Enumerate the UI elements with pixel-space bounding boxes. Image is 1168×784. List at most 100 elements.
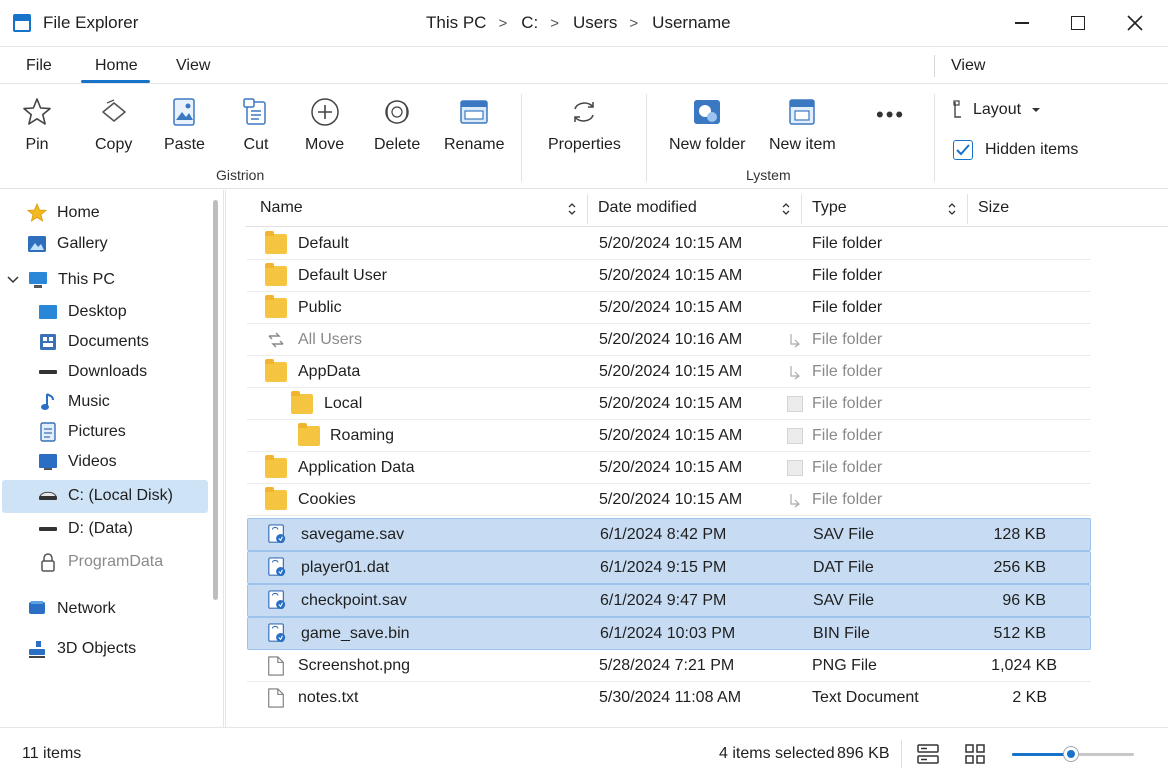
file-date: 5/20/2024 10:16 AM [599,331,743,348]
column-header-type-label: Type [812,199,847,216]
nav-label: Gallery [57,235,108,252]
junction-icon [790,334,800,348]
column-header-date[interactable]: Date modified [598,190,697,226]
copy-button[interactable]: Copy [95,96,132,154]
list-item-selected[interactable]: player01.dat 6/1/2024 9:15 PM DAT File 2… [247,551,1091,584]
nav-item-3d-objects[interactable]: 3D Objects [27,634,136,664]
delete-label: Delete [374,136,421,153]
nav-item-downloads[interactable]: Downloads [38,357,147,387]
breadcrumb-this-pc[interactable]: This PC [426,13,486,33]
new-folder-button[interactable]: New folder [669,96,745,154]
nav-item-pictures[interactable]: Pictures [38,417,126,447]
properties-label: Properties [548,136,621,153]
nav-label: Desktop [68,303,127,320]
list-item-selected[interactable]: savegame.sav 6/1/2024 8:42 PM SAV File 1… [247,518,1091,551]
file-type: DAT File [813,559,874,576]
column-header-name[interactable]: Name [260,190,303,226]
list-item[interactable]: AppData 5/20/2024 10:15 AM File folder [247,356,1091,388]
list-item[interactable]: Application Data 5/20/2024 10:15 AM File… [247,452,1091,484]
nav-item-home[interactable]: Home [27,198,100,228]
file-type: SAV File [813,592,875,609]
new-folder-label: New folder [669,136,746,153]
text-file-icon [268,688,284,708]
file-name: Default [298,235,349,252]
file-type: File folder [812,235,883,252]
pin-label: Pin [25,136,49,153]
list-item[interactable]: Default 5/20/2024 10:15 AM File folder [247,228,1091,260]
hidden-items-checkbox[interactable] [953,140,973,160]
desktop-icon [39,305,57,319]
list-item-selected[interactable]: checkpoint.sav 6/1/2024 9:47 PM SAV File… [247,584,1091,617]
cut-button[interactable]: Cut [241,96,271,154]
new-item-button[interactable]: New item [769,96,836,154]
move-icon [310,98,339,126]
list-item[interactable]: Roaming 5/20/2024 10:15 AM File folder [247,420,1091,452]
sort-arrows-icon[interactable] [947,202,957,216]
properties-button[interactable]: Properties [548,96,621,154]
column-divider[interactable] [967,194,968,224]
new-folder-icon [694,100,721,124]
breadcrumb-c-drive[interactable]: C: [521,13,538,33]
paste-button[interactable]: Paste [164,96,205,154]
tab-view-right[interactable]: View [951,57,985,75]
column-header-size[interactable]: Size [978,190,1009,226]
more-options-button[interactable]: ••• [876,102,905,128]
nav-label: Downloads [68,363,148,380]
breadcrumb-username[interactable]: Username [652,13,730,33]
maximize-button[interactable] [1058,8,1098,38]
column-divider[interactable] [801,194,802,224]
tab-home[interactable]: Home [95,57,138,75]
file-name: AppData [298,363,361,380]
nav-label: C: (Local Disk) [68,487,173,504]
list-item[interactable]: All Users 5/20/2024 10:16 AM File folder [247,324,1091,356]
nav-item-documents[interactable]: Documents [38,327,149,357]
chevron-expanded-icon[interactable] [6,273,20,287]
minimize-button[interactable] [1002,8,1042,38]
nav-scrollbar[interactable] [213,200,218,600]
nav-item-data-disk[interactable]: D: (Data) [38,514,133,544]
details-view-icon[interactable] [917,744,939,764]
nav-item-programdata[interactable]: ProgramData [38,547,163,577]
breadcrumb-users[interactable]: Users [573,13,617,33]
delete-button[interactable]: Delete [374,96,420,154]
file-name: player01.dat [301,559,390,576]
cut-icon [243,98,266,125]
copy-label: Copy [95,136,133,153]
layout-dropdown[interactable]: Layout [953,100,1041,120]
tab-file[interactable]: File [26,57,52,75]
tiles-view-icon[interactable] [965,744,985,764]
close-button[interactable] [1115,8,1155,38]
list-item[interactable]: Cookies 5/20/2024 10:15 AM File folder [247,484,1091,516]
nav-item-network[interactable]: Network [27,594,116,624]
list-item[interactable]: Default User 5/20/2024 10:15 AM File fol… [247,260,1091,292]
tab-view[interactable]: View [176,57,210,75]
file-date: 5/20/2024 10:15 AM [599,363,743,380]
list-item[interactable]: Public 5/20/2024 10:15 AM File folder [247,292,1091,324]
nav-item-local-disk[interactable]: C: (Local Disk) [38,481,173,511]
nav-item-this-pc[interactable]: This PC [6,265,115,295]
lock-icon [41,553,55,572]
list-item[interactable]: notes.txt 5/30/2024 11:08 AM Text Docume… [247,682,1091,714]
rename-button[interactable]: Rename [444,96,504,154]
nav-item-videos[interactable]: Videos [38,447,117,477]
column-header-type[interactable]: Type [812,190,847,226]
nav-label: Documents [68,333,149,350]
nav-item-desktop[interactable]: Desktop [38,297,127,327]
file-date: 6/1/2024 9:15 PM [600,559,727,576]
nav-label: D: (Data) [68,520,133,537]
list-item[interactable]: Local 5/20/2024 10:15 AM File folder [247,388,1091,420]
nav-item-music[interactable]: Music [38,387,110,417]
zoom-slider-thumb[interactable] [1063,746,1079,762]
sort-arrows-icon[interactable] [567,202,577,216]
hidden-items-toggle[interactable]: Hidden items [953,140,1078,160]
list-item[interactable]: Screenshot.png 5/28/2024 7:21 PM PNG Fil… [247,650,1091,682]
pin-button[interactable]: Pin [22,96,52,154]
sort-arrows-icon[interactable] [781,202,791,216]
file-date: 5/20/2024 10:15 AM [599,427,743,444]
move-button[interactable]: Move [305,96,344,154]
nav-item-gallery[interactable]: Gallery [27,229,108,259]
column-divider[interactable] [587,194,588,224]
nav-label: Music [68,393,110,410]
list-item-selected[interactable]: game_save.bin 6/1/2024 10:03 PM BIN File… [247,617,1091,650]
image-file-icon [268,656,284,676]
